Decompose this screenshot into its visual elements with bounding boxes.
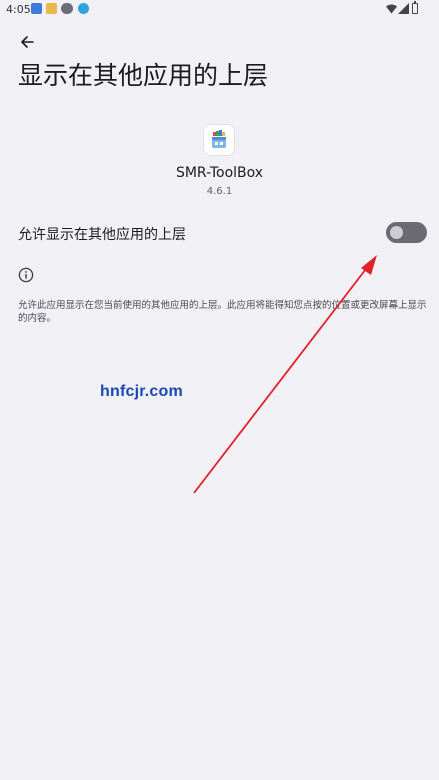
toggle-thumb	[390, 226, 403, 239]
app-name: SMR-ToolBox	[175, 165, 264, 181]
wifi-icon	[386, 4, 397, 14]
watermark-text: hnfcjr.com	[100, 383, 183, 400]
battery-icon	[412, 1, 418, 14]
notification-app-icon	[61, 3, 73, 14]
overlay-permission-toggle[interactable]	[386, 222, 427, 243]
permission-toggle-row[interactable]: 允许显示在其他应用的上层	[0, 212, 439, 254]
download-icon	[78, 3, 89, 14]
permission-label: 允许显示在其他应用的上层	[18, 227, 186, 243]
page-title: 显示在其他应用的上层	[18, 61, 269, 90]
arrow-back-icon	[21, 36, 34, 48]
screen: 4:05 显示在其他应用的上层 SMR-ToolBox 4.6.1 允许显示在其…	[0, 0, 439, 780]
notification-app-icon	[31, 3, 42, 14]
info-icon	[18, 267, 34, 283]
app-version: 4.6.1	[206, 186, 233, 197]
info-description: 允许此应用显示在您当前使用的其他应用的上层。此应用将能得知您点按的位置或更改屏幕…	[18, 300, 427, 324]
back-button[interactable]	[14, 30, 40, 54]
app-icon	[204, 125, 234, 155]
status-bar: 4:05	[0, 0, 439, 20]
status-time: 4:05	[6, 3, 31, 16]
annotation-arrow	[193, 255, 377, 494]
signal-icon	[398, 3, 409, 14]
notification-app-icon	[46, 3, 57, 14]
